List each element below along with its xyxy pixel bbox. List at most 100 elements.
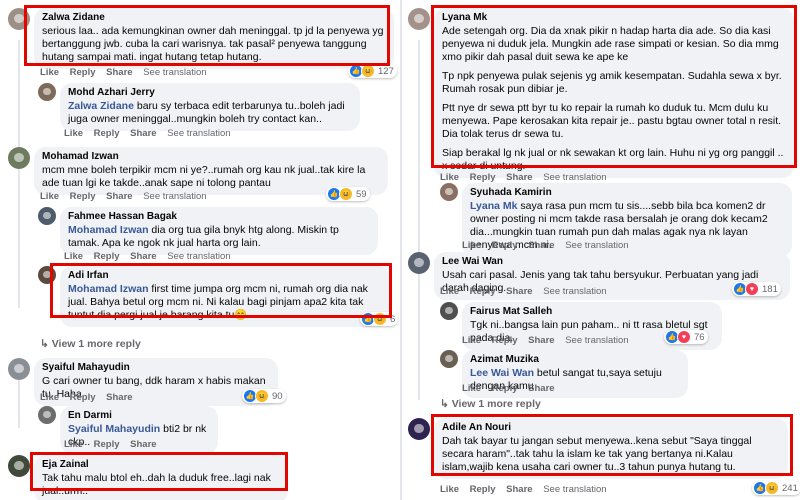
see-translation-link[interactable]: See translation: [167, 251, 230, 262]
reply-button[interactable]: Reply: [470, 484, 496, 495]
share-button[interactable]: Share: [506, 286, 532, 297]
comment-author[interactable]: Adile An Nouri: [442, 422, 780, 434]
comment-author[interactable]: Syuhada Kamirin: [470, 187, 784, 199]
comment-actions: Like Reply Share See translation: [462, 335, 637, 346]
view-more-replies-link[interactable]: ↳ View 1 more reply: [440, 398, 541, 410]
reply-button[interactable]: Reply: [70, 392, 96, 403]
share-button[interactable]: Share: [528, 240, 554, 251]
avatar[interactable]: [38, 406, 56, 424]
reaction-count: 59: [356, 188, 367, 200]
view-more-replies-link[interactable]: ↳ View 1 more reply: [40, 338, 141, 350]
mention-tag[interactable]: Lyana Mk: [470, 200, 517, 212]
like-button[interactable]: Like: [440, 172, 459, 183]
mention-tag[interactable]: Mohamad Izwan: [68, 224, 149, 236]
reply-button[interactable]: Reply: [70, 67, 96, 78]
avatar[interactable]: [38, 266, 56, 284]
comment-bubble: Eja Zainal Tak tahu malu btol eh..dah la…: [34, 455, 288, 500]
avatar[interactable]: [440, 350, 458, 368]
comment-paragraph: Tp npk penyewa pulak sejenis yg amik kes…: [442, 70, 782, 95]
share-button[interactable]: Share: [130, 439, 156, 450]
comment-actions: Like Reply Share: [64, 439, 165, 450]
share-button[interactable]: Share: [106, 191, 132, 202]
avatar[interactable]: [440, 183, 458, 201]
avatar[interactable]: [8, 8, 30, 30]
like-button[interactable]: Like: [440, 286, 459, 297]
see-translation-link[interactable]: See translation: [543, 172, 606, 183]
reaction-summary[interactable]: 👍 😆 59: [326, 187, 370, 201]
comment-author[interactable]: Eja Zainal: [42, 459, 280, 471]
comment-bubble: Fahmee Hassan Bagak Mohamad Izwan dia or…: [60, 207, 378, 255]
comment-author[interactable]: Adi Irfan: [68, 270, 382, 282]
avatar[interactable]: [8, 455, 30, 477]
avatar[interactable]: [38, 207, 56, 225]
reply-button[interactable]: Reply: [94, 251, 120, 262]
comment-author[interactable]: Mohamad Izwan: [42, 151, 380, 163]
comment-author[interactable]: Lyana Mk: [442, 12, 786, 24]
comment-author[interactable]: Lee Wai Wan: [442, 256, 782, 268]
comment-author[interactable]: Fahmee Hassan Bagak: [68, 211, 370, 223]
share-button[interactable]: Share: [130, 128, 156, 139]
reply-button[interactable]: Reply: [94, 439, 120, 450]
see-translation-link[interactable]: See translation: [143, 67, 206, 78]
avatar[interactable]: [408, 418, 430, 440]
share-button[interactable]: Share: [106, 67, 132, 78]
like-button[interactable]: Like: [462, 240, 481, 251]
right-comment-column: Lyana Mk Ade setengah org. Dia da xnak p…: [402, 0, 800, 500]
reaction-summary[interactable]: 👍 😆 127: [348, 64, 397, 78]
avatar[interactable]: [8, 358, 30, 380]
share-button[interactable]: Share: [506, 172, 532, 183]
like-button[interactable]: Like: [462, 335, 481, 346]
reply-button[interactable]: Reply: [492, 335, 518, 346]
reaction-summary[interactable]: 👍 ♥ 76: [664, 330, 708, 344]
like-button[interactable]: Like: [40, 392, 59, 403]
see-translation-link[interactable]: See translation: [565, 240, 628, 251]
comment-text: Dah tak bayar tu jangan sebut menyewa..k…: [442, 435, 752, 473]
like-button[interactable]: Like: [64, 439, 83, 450]
see-translation-link[interactable]: See translation: [543, 484, 606, 495]
reply-button[interactable]: Reply: [470, 286, 496, 297]
reaction-summary[interactable]: 👍 😆 6: [360, 312, 399, 326]
thread-line: [18, 40, 20, 308]
avatar[interactable]: [8, 147, 30, 169]
share-button[interactable]: Share: [130, 251, 156, 262]
see-translation-link[interactable]: See translation: [143, 191, 206, 202]
share-button[interactable]: Share: [106, 392, 132, 403]
mention-tag[interactable]: Zalwa Zidane: [68, 100, 134, 112]
like-button[interactable]: Like: [40, 67, 59, 78]
comment-author[interactable]: Syaiful Mahayudin: [42, 362, 270, 374]
share-button[interactable]: Share: [528, 383, 554, 394]
reply-button[interactable]: Reply: [470, 172, 496, 183]
like-button[interactable]: Like: [40, 191, 59, 202]
like-button[interactable]: Like: [462, 383, 481, 394]
avatar[interactable]: [440, 302, 458, 320]
comment-author[interactable]: Mohd Azhari Jerry: [68, 87, 352, 99]
reaction-count: 181: [762, 283, 778, 295]
comment-author[interactable]: Fairus Mat Salleh: [470, 306, 714, 318]
reaction-summary[interactable]: 👍 ♥ 181: [732, 282, 781, 296]
reply-button[interactable]: Reply: [70, 191, 96, 202]
comment-bubble: Mohd Azhari Jerry Zalwa Zidane baru sy t…: [60, 83, 360, 131]
see-translation-link[interactable]: See translation: [565, 335, 628, 346]
avatar[interactable]: [38, 83, 56, 101]
mention-tag[interactable]: Syaiful Mahayudin: [68, 423, 160, 435]
share-button[interactable]: Share: [528, 335, 554, 346]
mention-tag[interactable]: Lee Wai Wan: [470, 367, 534, 379]
avatar[interactable]: [408, 8, 430, 30]
reply-button[interactable]: Reply: [492, 383, 518, 394]
reaction-summary[interactable]: 👍 😆 90: [242, 389, 286, 403]
like-button[interactable]: Like: [440, 484, 459, 495]
like-button[interactable]: Like: [64, 251, 83, 262]
comment-author[interactable]: En Darmi: [68, 410, 210, 422]
avatar[interactable]: [408, 252, 430, 274]
comment-author[interactable]: Zalwa Zidane: [42, 12, 386, 24]
share-button[interactable]: Share: [506, 484, 532, 495]
reaction-count: 241: [782, 482, 798, 494]
reaction-summary[interactable]: 👍 😆 241: [752, 481, 800, 495]
reply-button[interactable]: Reply: [492, 240, 518, 251]
mention-tag[interactable]: Mohamad Izwan: [68, 283, 149, 295]
reply-button[interactable]: Reply: [94, 128, 120, 139]
comment-author[interactable]: Azimat Muzika: [470, 354, 680, 366]
see-translation-link[interactable]: See translation: [167, 128, 230, 139]
like-button[interactable]: Like: [64, 128, 83, 139]
see-translation-link[interactable]: See translation: [543, 286, 606, 297]
